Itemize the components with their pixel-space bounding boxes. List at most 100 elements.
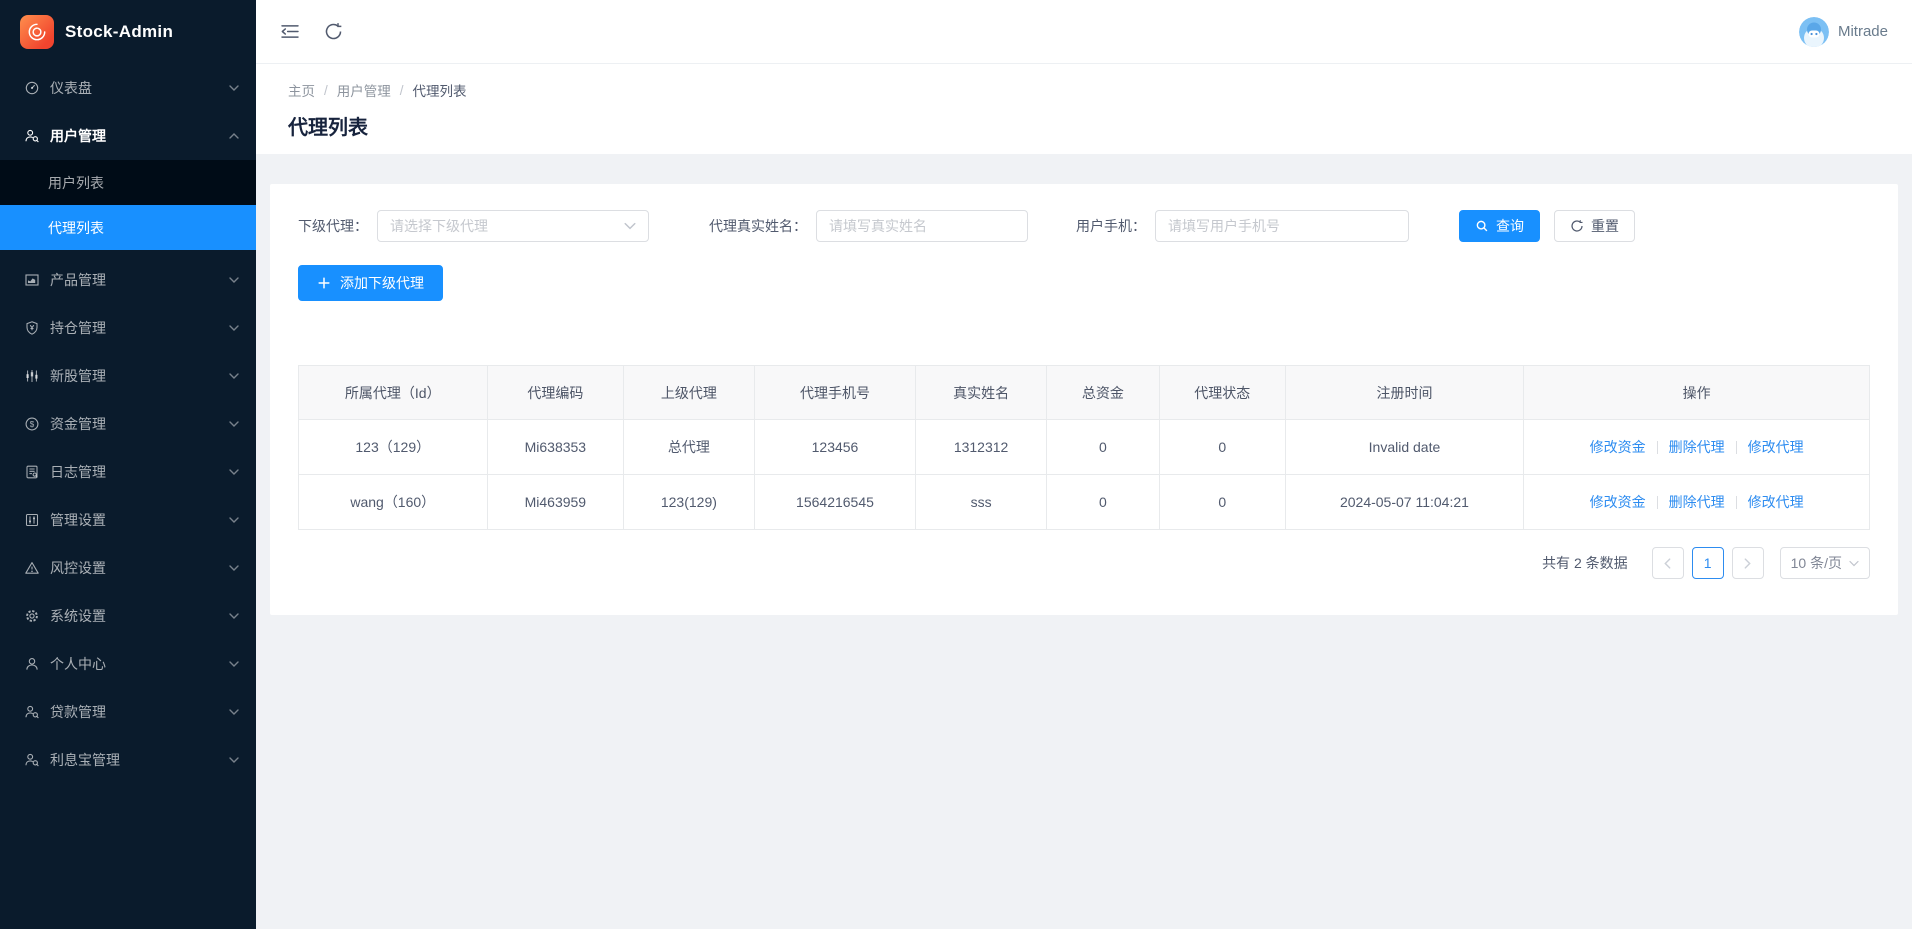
column-header: 操作 (1524, 366, 1870, 420)
reset-icon (1570, 219, 1584, 233)
page-title: 代理列表 (288, 111, 1880, 140)
op-divider (1657, 441, 1658, 454)
table-cell: 0 (1046, 420, 1159, 475)
user-menu[interactable]: Mitrade (1799, 17, 1888, 47)
breadcrumb-item: 代理列表 (413, 80, 467, 100)
sidebar-subitem-agent-list[interactable]: 代理列表 (0, 205, 256, 250)
chevron-down-icon (229, 661, 239, 667)
chevron-down-icon (229, 325, 239, 331)
filter-bar: 下级代理： 请选择下级代理 代理真实姓名： 用户手机： 查询 (298, 210, 1870, 242)
table-cell: Mi638353 (487, 420, 624, 475)
agent-select-label: 下级代理： (298, 216, 368, 236)
sidebar-item-interest-management[interactable]: 利息宝管理 (0, 736, 256, 784)
delete-agent-link[interactable]: 删除代理 (1669, 494, 1725, 510)
table-cell: wang（160） (299, 475, 488, 530)
reset-button[interactable]: 重置 (1554, 210, 1635, 242)
chevron-down-icon (229, 757, 239, 763)
sidebar: Stock-Admin 仪表盘用户管理用户列表代理列表产品管理持仓管理新股管理 $… (0, 0, 256, 929)
app-logo-icon (20, 15, 54, 49)
breadcrumb-item[interactable]: 用户管理 (337, 80, 391, 100)
refresh-icon[interactable] (324, 22, 343, 41)
next-page-button[interactable] (1732, 547, 1764, 579)
chevron-down-icon (229, 421, 239, 427)
page-size-value: 10 条/页 (1791, 553, 1842, 573)
phone-input[interactable] (1155, 210, 1409, 242)
real-name-input[interactable] (816, 210, 1028, 242)
table-cell: Mi463959 (487, 475, 624, 530)
sidebar-item-log-management[interactable]: 日志管理 (0, 448, 256, 496)
user-search-icon (24, 704, 40, 720)
table-row: 123（129）Mi638353总代理123456131231200Invali… (299, 420, 1870, 475)
chevron-up-icon (229, 133, 239, 139)
page-header: 主页/用户管理/代理列表 代理列表 (256, 64, 1912, 154)
real-name-label: 代理真实姓名： (709, 216, 807, 236)
pagination: 共有 2 条数据 1 10 条/页 (298, 547, 1870, 579)
menu-fold-icon[interactable] (280, 23, 300, 40)
column-header: 上级代理 (624, 366, 754, 420)
sidebar-item-loan-management[interactable]: 贷款管理 (0, 688, 256, 736)
breadcrumb: 主页/用户管理/代理列表 (288, 80, 1880, 100)
sidebar-item-label: 个人中心 (50, 654, 229, 674)
sidebar-item-dashboard[interactable]: 仪表盘 (0, 64, 256, 112)
modify-funds-link[interactable]: 修改资金 (1590, 439, 1646, 455)
table-cell: 总代理 (624, 420, 754, 475)
user-name[interactable]: Mitrade (1838, 23, 1888, 40)
sidebar-item-admin-settings[interactable]: 管理设置 (0, 496, 256, 544)
table-cell: 2024-05-07 11:04:21 (1285, 475, 1524, 530)
table-cell: 1312312 (916, 420, 1046, 475)
user-search-icon (24, 752, 40, 768)
sidebar-submenu: 用户列表代理列表 (0, 160, 256, 250)
chevron-down-icon (229, 277, 239, 283)
search-button[interactable]: 查询 (1459, 210, 1540, 242)
add-agent-button[interactable]: 添加下级代理 (298, 265, 443, 301)
current-page[interactable]: 1 (1692, 547, 1724, 579)
sidebar-subitem-user-list[interactable]: 用户列表 (0, 160, 256, 205)
column-header: 所属代理（Id） (299, 366, 488, 420)
table-cell: 123（129） (299, 420, 488, 475)
sidebar-item-label: 产品管理 (50, 270, 229, 290)
chevron-down-icon (624, 222, 636, 230)
sidebar-item-product-management[interactable]: 产品管理 (0, 256, 256, 304)
op-divider (1736, 441, 1737, 454)
area-chart-icon (24, 272, 40, 288)
sidebar-item-position-management[interactable]: 持仓管理 (0, 304, 256, 352)
modify-agent-link[interactable]: 修改代理 (1748, 494, 1804, 510)
delete-agent-link[interactable]: 删除代理 (1669, 439, 1725, 455)
sidebar-item-funds-management[interactable]: $资金管理 (0, 400, 256, 448)
sidebar-item-label: 用户管理 (50, 126, 229, 146)
dashboard-icon (24, 80, 40, 96)
table-cell: 0 (1159, 475, 1285, 530)
sidebar-item-label: 新股管理 (50, 366, 229, 386)
modify-agent-link[interactable]: 修改代理 (1748, 439, 1804, 455)
sidebar-item-ipo-management[interactable]: 新股管理 (0, 352, 256, 400)
chevron-down-icon (229, 565, 239, 571)
chevron-left-icon (1664, 558, 1671, 569)
table-cell: 0 (1159, 420, 1285, 475)
sidebar-item-label: 利息宝管理 (50, 750, 229, 770)
prev-page-button[interactable] (1652, 547, 1684, 579)
op-divider (1736, 496, 1737, 509)
filter-buttons: 查询 重置 (1459, 210, 1635, 242)
sidebar-item-risk-settings[interactable]: 风控设置 (0, 544, 256, 592)
plus-icon (317, 276, 331, 290)
sidebar-item-user-management[interactable]: 用户管理 (0, 112, 256, 160)
app-title: Stock-Admin (65, 22, 173, 42)
column-header: 代理状态 (1159, 366, 1285, 420)
breadcrumb-item[interactable]: 主页 (288, 80, 315, 100)
ops-cell: 修改资金 删除代理 修改代理 (1524, 475, 1870, 530)
logo: Stock-Admin (0, 0, 256, 64)
sidebar-item-profile-center[interactable]: 个人中心 (0, 640, 256, 688)
column-header: 代理手机号 (754, 366, 916, 420)
candlestick-icon (24, 368, 40, 384)
page-size-select[interactable]: 10 条/页 (1780, 547, 1870, 579)
table-cell: Invalid date (1285, 420, 1524, 475)
chevron-down-icon (229, 373, 239, 379)
sidebar-item-label: 资金管理 (50, 414, 229, 434)
sidebar-item-system-settings[interactable]: 系统设置 (0, 592, 256, 640)
column-header: 代理编码 (487, 366, 624, 420)
agent-select[interactable]: 请选择下级代理 (377, 210, 649, 242)
breadcrumb-separator: / (324, 83, 328, 98)
sliders-icon (24, 512, 40, 528)
sidebar-item-label: 风控设置 (50, 558, 229, 578)
modify-funds-link[interactable]: 修改资金 (1590, 494, 1646, 510)
